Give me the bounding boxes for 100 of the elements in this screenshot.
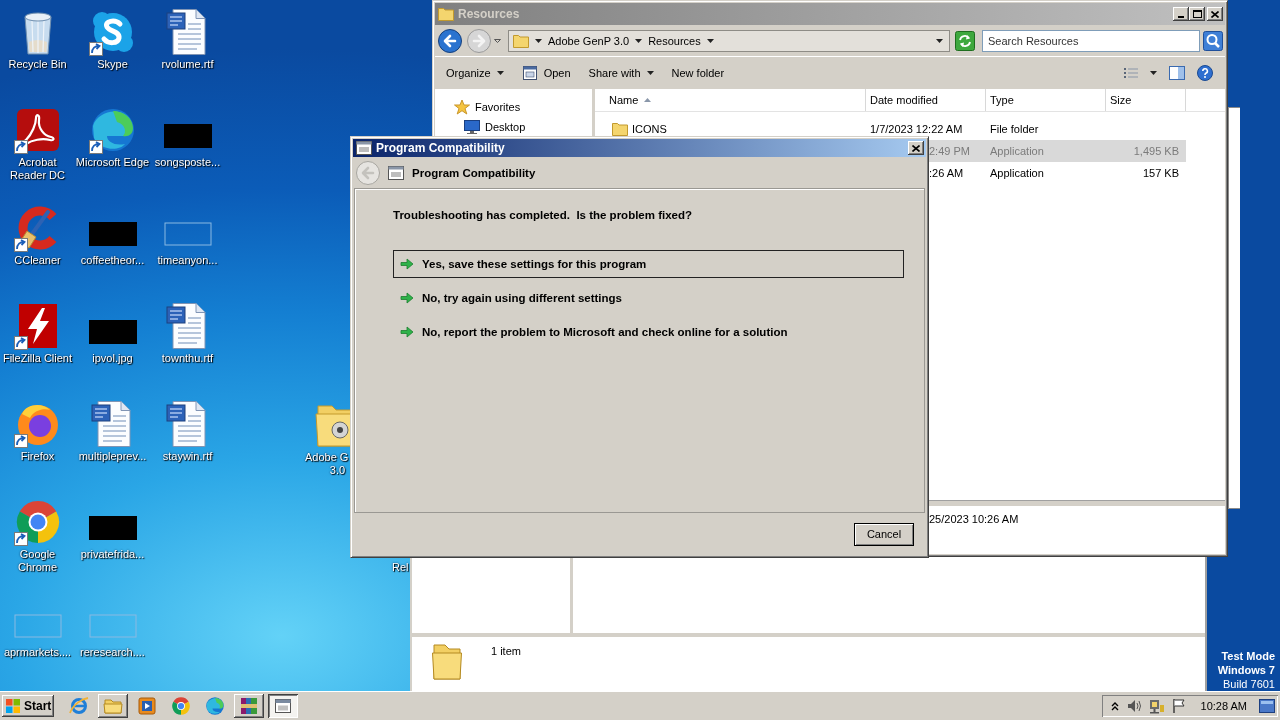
refresh-button[interactable]: [955, 30, 975, 51]
breadcrumb-item[interactable]: Resources: [648, 34, 701, 47]
image-thumbnail-icon[interactable]: [88, 516, 137, 540]
folder-icon: [513, 33, 529, 48]
icon-label[interactable]: FileZilla Client: [2, 352, 73, 365]
search-button[interactable]: [1203, 30, 1223, 51]
browser-icon: [69, 696, 89, 716]
icon-label[interactable]: ipvol.jpg: [92, 352, 133, 365]
history-caret-icon[interactable]: [494, 38, 501, 43]
nav-item[interactable]: Favorites: [435, 97, 592, 117]
sort-arrow-icon: [644, 98, 652, 102]
swirl-browser-icon: [205, 696, 225, 716]
toolbar-button[interactable]: New folder: [667, 64, 729, 82]
test-mode-text: Windows 7: [1217, 663, 1275, 677]
icon-label[interactable]: CCleaner: [14, 254, 61, 267]
icon-label[interactable]: townthu.rtf: [161, 352, 214, 365]
toolbar-button[interactable]: Open: [517, 62, 575, 84]
cancel-button[interactable]: Cancel: [854, 522, 914, 546]
image-thumbnail-icon[interactable]: [163, 124, 212, 148]
speaker-icon[interactable]: [1125, 698, 1142, 714]
play-icon: [137, 696, 157, 716]
dropdown-caret-icon[interactable]: [936, 38, 943, 43]
views-icon[interactable]: [1124, 67, 1138, 79]
image-thumbnail-icon[interactable]: [88, 320, 137, 344]
option-link[interactable]: Yes, save these settings for this program: [393, 250, 904, 278]
file-row[interactable]: ICONS 1/7/2023 12:22 AM File folder: [595, 118, 1186, 140]
maximize-icon: [1192, 10, 1202, 18]
dialog-heading: Program Compatibility: [412, 166, 536, 179]
browser-icon: [171, 696, 191, 716]
folder-icon: [438, 7, 454, 21]
icon-label[interactable]: Recycle Bin: [8, 58, 67, 71]
arrow-icon: [400, 292, 414, 304]
close-icon: [912, 144, 920, 152]
item-count: 1 item: [491, 645, 521, 657]
blank-thumbnail-icon[interactable]: [13, 614, 62, 638]
folder-icon: [103, 696, 123, 716]
address-bar[interactable]: Adobe GenP 3.0 Resources: [508, 29, 950, 52]
image-thumbnail-icon[interactable]: [88, 222, 137, 246]
taskbar-button[interactable]: [268, 694, 298, 718]
icon-label[interactable]: Skype: [97, 58, 128, 71]
show-desktop-button[interactable]: [1259, 699, 1275, 713]
breadcrumb-caret-icon[interactable]: [535, 38, 542, 43]
search-field[interactable]: Search Resources: [982, 29, 1200, 52]
close-button[interactable]: [908, 141, 924, 155]
question-text: Troubleshooting has completed. Is the problem fixed?: [393, 208, 693, 222]
window-icon: [273, 696, 293, 716]
taskbar-button[interactable]: [98, 694, 128, 718]
folder-icon: [432, 641, 462, 681]
chevron-up-icon[interactable]: [1110, 701, 1119, 711]
breadcrumb-item[interactable]: Adobe GenP 3.0: [548, 34, 630, 47]
preview-pane-icon[interactable]: [1169, 66, 1185, 80]
caret-icon[interactable]: [1150, 71, 1157, 75]
arrow-icon: [400, 258, 414, 270]
books-icon: [239, 696, 259, 716]
icon-label[interactable]: Acrobat Reader DC: [0, 156, 75, 182]
table-cell: Application: [990, 145, 1044, 157]
four-color-flag-icon: [5, 698, 21, 714]
open-window-icon: [521, 65, 538, 81]
browser-icon[interactable]: [13, 498, 62, 546]
monitor-icon: [464, 120, 480, 134]
toolbar-button[interactable]: Share with: [584, 64, 658, 82]
help-icon[interactable]: [1197, 65, 1213, 81]
icon-label[interactable]: timeanyon...: [157, 254, 218, 267]
arrow-icon: [400, 326, 414, 338]
window-title: Program Compatibility: [376, 141, 505, 155]
star-icon: [454, 99, 470, 115]
file-name: ICONS: [632, 123, 667, 135]
toolbar-button[interactable]: Organize: [442, 64, 508, 82]
table-cell: 1,495 KB: [1133, 145, 1179, 157]
test-mode-text: Test Mode: [1221, 649, 1275, 663]
blank-thumbnail-icon[interactable]: [88, 614, 137, 638]
flag-icon[interactable]: [1171, 698, 1186, 714]
icon-label[interactable]: rvolume.rtf: [161, 58, 214, 71]
taskbar-button[interactable]: [234, 694, 264, 718]
icon-label[interactable]: Microsoft Edge: [75, 156, 150, 169]
icon-label[interactable]: coffeetheor...: [80, 254, 145, 267]
table-cell: 1/7/2023 12:22 AM: [870, 123, 963, 135]
back-button[interactable]: [438, 28, 462, 53]
table-cell: :26 AM: [929, 167, 964, 179]
breadcrumb-caret-icon[interactable]: [706, 38, 714, 43]
pdf-app-icon[interactable]: [13, 106, 62, 154]
start-button[interactable]: Start: [2, 695, 54, 717]
caret-icon: [646, 71, 654, 75]
window-icon: [388, 165, 404, 180]
table-cell: Application: [990, 167, 1044, 179]
icon-label[interactable]: songsposte...: [154, 156, 221, 169]
swirl-browser-icon[interactable]: [88, 106, 137, 154]
close-icon: [1211, 10, 1219, 18]
blank-thumbnail-icon[interactable]: [163, 222, 212, 246]
network-icon[interactable]: [1148, 698, 1165, 714]
nav-item[interactable]: Desktop: [435, 117, 592, 137]
option-link[interactable]: No, try again using different settings: [393, 284, 904, 312]
caret-icon: [496, 71, 504, 75]
clock[interactable]: 10:28 AM: [1192, 700, 1252, 712]
table-cell: 157 KB: [1142, 167, 1179, 179]
window-title: Resources: [458, 7, 520, 21]
table-cell: File folder: [990, 123, 1039, 135]
test-mode-text: Build 7601: [1223, 677, 1275, 691]
breadcrumb-caret-icon[interactable]: [635, 38, 643, 43]
option-link[interactable]: No, report the problem to Microsoft and check online for a solution: [393, 318, 904, 346]
